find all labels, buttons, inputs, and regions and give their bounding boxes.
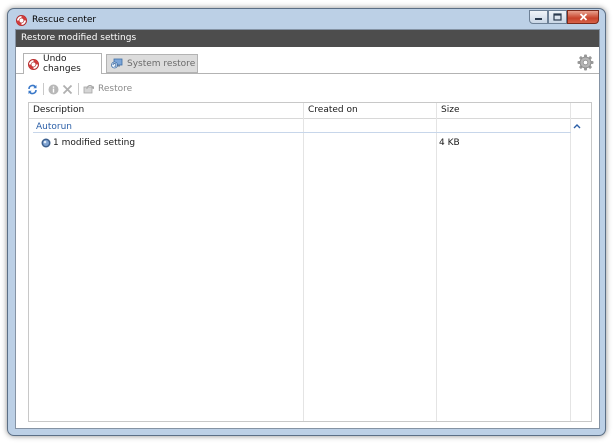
settings-gear-icon[interactable] bbox=[577, 54, 594, 74]
tab-system-restore[interactable]: System restore bbox=[106, 54, 198, 73]
restore-label: Restore bbox=[98, 84, 133, 94]
tab-undo-changes[interactable]: Undo changes bbox=[23, 53, 102, 74]
column-header-description[interactable]: Description bbox=[33, 105, 84, 115]
lifebuoy-icon bbox=[16, 15, 27, 29]
changes-list[interactable]: Description Created on Size Autorun 1 mo… bbox=[28, 102, 592, 422]
minimize-button[interactable] bbox=[529, 10, 548, 24]
row-size: 4 KB bbox=[439, 138, 460, 148]
restore-icon bbox=[83, 84, 94, 93]
lifebuoy-icon bbox=[28, 58, 39, 70]
close-button[interactable] bbox=[567, 10, 599, 24]
toolbar-separator bbox=[78, 83, 79, 95]
info-button[interactable] bbox=[48, 84, 59, 95]
close-icon bbox=[579, 13, 587, 21]
group-label: Autorun bbox=[36, 122, 73, 132]
delete-icon bbox=[62, 84, 73, 94]
info-icon bbox=[48, 84, 59, 94]
column-header-size[interactable]: Size bbox=[441, 105, 459, 115]
minimize-icon bbox=[535, 18, 542, 20]
refresh-button[interactable] bbox=[27, 84, 38, 95]
client-area: Restore modified settings Undo changes S… bbox=[15, 29, 600, 429]
tab-label: Undo changes bbox=[43, 54, 81, 74]
column-divider[interactable] bbox=[436, 103, 437, 421]
tab-strip-border bbox=[102, 73, 599, 74]
column-header-created-on[interactable]: Created on bbox=[308, 105, 358, 115]
toolbar: Restore bbox=[27, 82, 135, 96]
maximize-button[interactable] bbox=[548, 10, 567, 24]
column-divider[interactable] bbox=[570, 103, 571, 421]
tab-label: System restore bbox=[127, 58, 196, 69]
rescue-center-window: Rescue center Restore modified settings bbox=[7, 8, 606, 436]
toolbar-separator bbox=[43, 83, 44, 95]
section-header: Restore modified settings bbox=[16, 30, 599, 47]
setting-bullet-icon bbox=[41, 138, 51, 151]
chevron-up-icon[interactable] bbox=[573, 122, 581, 132]
system-restore-icon bbox=[111, 58, 123, 69]
list-header: Description Created on Size bbox=[29, 103, 591, 119]
title-bar[interactable]: Rescue center bbox=[8, 9, 605, 31]
refresh-icon bbox=[28, 84, 37, 94]
section-title: Restore modified settings bbox=[21, 33, 137, 43]
row-description: 1 modified setting bbox=[53, 138, 136, 148]
restore-button[interactable]: Restore bbox=[83, 84, 132, 95]
delete-button[interactable] bbox=[62, 84, 73, 95]
group-header-autorun[interactable]: Autorun bbox=[33, 122, 581, 133]
tab-strip-border bbox=[16, 73, 23, 74]
column-divider[interactable] bbox=[303, 103, 304, 421]
maximize-icon bbox=[553, 13, 562, 21]
window-title: Rescue center bbox=[32, 15, 97, 25]
list-item[interactable]: 1 modified setting 4 KB bbox=[41, 137, 581, 150]
group-divider bbox=[33, 132, 571, 133]
